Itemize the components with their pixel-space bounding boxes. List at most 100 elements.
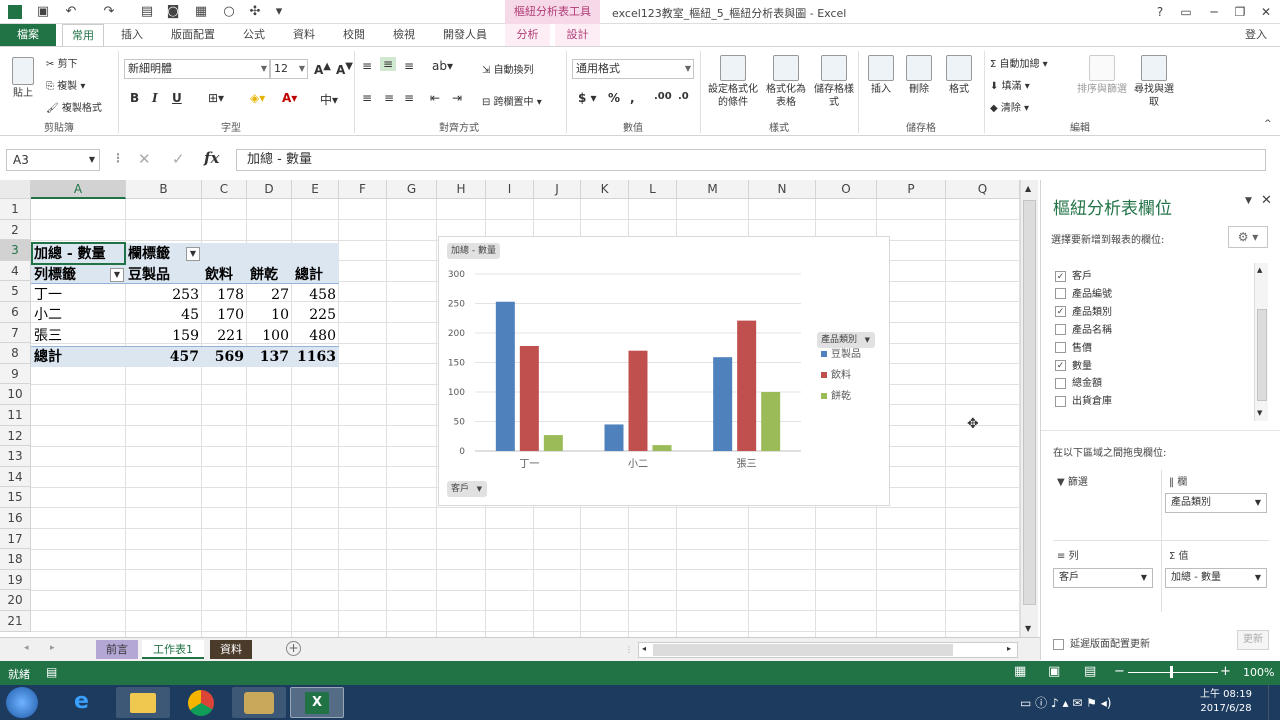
page-layout-view-icon[interactable]: ▣ — [1048, 664, 1060, 679]
pivot-row-name[interactable]: 張三 — [34, 326, 62, 346]
zoom-slider-thumb[interactable] — [1170, 666, 1173, 678]
column-header[interactable]: A — [31, 180, 126, 199]
cancel-icon[interactable]: ✕ — [138, 150, 151, 168]
show-desktop-button[interactable] — [1268, 685, 1280, 720]
tab-page-layout[interactable]: 版面配置 — [160, 24, 226, 46]
sheet-tab-sheet1[interactable]: 工作表1 — [142, 640, 204, 659]
tab-home[interactable]: 常用 — [62, 24, 104, 46]
grow-font-icon[interactable]: A▲ — [314, 61, 331, 77]
scroll-right-icon[interactable]: ▸ — [1007, 644, 1011, 653]
tab-analyze[interactable]: 分析 — [505, 24, 550, 46]
columns-field-dropdown[interactable]: 產品類別 ▼ — [1165, 493, 1267, 513]
explorer-icon[interactable] — [116, 687, 170, 718]
paste-button[interactable]: 貼上 — [6, 57, 40, 100]
macro-record-icon[interactable]: ▤ — [46, 665, 57, 679]
column-header[interactable]: K — [581, 180, 629, 199]
pivot-cell[interactable]: 170 — [202, 305, 247, 325]
borders-icon[interactable]: ⊞▾ — [208, 91, 224, 105]
checkbox-icon[interactable]: ✓ — [1055, 270, 1066, 282]
excel-taskbar-icon[interactable]: X — [290, 687, 344, 718]
tab-formulas[interactable]: 公式 — [232, 24, 276, 46]
field-item[interactable]: 產品編號 — [1055, 286, 1112, 303]
start-button-icon[interactable] — [6, 687, 38, 718]
bar-小二-飲料[interactable] — [628, 350, 648, 451]
merge-center-button[interactable]: ⊟ 跨欄置中 ▾ — [482, 93, 542, 108]
help-button[interactable]: ? — [1150, 3, 1170, 21]
sheet-tab-data[interactable]: 資料 — [210, 640, 252, 659]
tab-developer[interactable]: 開發人員 — [432, 24, 498, 46]
enter-icon[interactable]: ✓ — [172, 150, 185, 168]
column-header[interactable]: O — [816, 180, 877, 199]
increase-decimal-icon[interactable]: .00 — [654, 91, 672, 102]
field-item[interactable]: 總金額 — [1055, 375, 1102, 392]
rows-field-dropdown[interactable]: 客戶 ▼ — [1053, 568, 1153, 588]
form-icon[interactable]: ▤ — [138, 3, 156, 21]
pivot-total-cell[interactable]: 569 — [202, 347, 247, 367]
pivot-cell[interactable]: 178 — [202, 285, 247, 305]
row-header[interactable]: 11 — [0, 405, 31, 426]
row-header[interactable]: 18 — [0, 549, 31, 570]
pivot-cell[interactable]: 458 — [292, 285, 339, 305]
pivot-col-header[interactable]: 飲料 — [205, 265, 233, 285]
column-header[interactable]: P — [877, 180, 946, 199]
calendar-icon[interactable]: ▦ — [192, 3, 210, 21]
pivot-cell[interactable]: 253 — [126, 285, 202, 305]
format-painter-button[interactable]: 🖌 複製格式 — [46, 99, 102, 114]
normal-view-icon[interactable]: ▦ — [1014, 664, 1026, 679]
field-list-scrollbar[interactable]: ▲ ▼ — [1254, 263, 1268, 421]
horizontal-scrollbar[interactable]: ◂ ▸ — [638, 642, 1018, 658]
chrome-icon[interactable] — [174, 687, 228, 718]
pivot-cell[interactable]: 100 — [247, 326, 292, 346]
wrap-text-button[interactable]: ⇲ 自動換列 — [482, 61, 534, 76]
format-as-table-button[interactable]: 格式化為表格 — [764, 55, 808, 109]
pivot-row-name[interactable]: 丁一 — [34, 285, 62, 305]
row-header[interactable]: 21 — [0, 611, 31, 632]
scroll-up-icon[interactable]: ▲ — [1257, 266, 1262, 274]
column-header[interactable]: D — [247, 180, 292, 199]
checkbox-icon[interactable] — [1055, 377, 1066, 389]
bar-丁一-飲料[interactable] — [519, 345, 539, 451]
autosum-button[interactable]: Σ 自動加總 ▾ — [990, 55, 1048, 70]
italic-button[interactable]: I — [152, 91, 158, 105]
bar-小二-豆製品[interactable] — [604, 424, 624, 451]
bar-張三-豆製品[interactable] — [713, 357, 733, 451]
clock[interactable]: 上午 08:19 2017/6/28 — [1196, 688, 1256, 716]
scroll-down-icon[interactable]: ▼ — [1257, 409, 1262, 417]
conditional-format-button[interactable]: 設定格式化的條件 — [704, 55, 762, 109]
bar-張三-飲料[interactable] — [737, 320, 757, 451]
tab-data[interactable]: 資料 — [282, 24, 326, 46]
row-filter-dropdown-icon[interactable]: ▼ — [110, 268, 124, 282]
gear-icon[interactable]: ⚙ ▾ — [1228, 226, 1268, 248]
scroll-down-icon[interactable]: ▼ — [1025, 624, 1031, 633]
orientation-icon[interactable]: ab▾ — [432, 59, 453, 73]
shrink-font-icon[interactable]: A▼ — [336, 61, 353, 77]
row-header[interactable]: 3 — [0, 240, 31, 261]
minimize-icon[interactable]: ─ — [1204, 3, 1224, 21]
name-box[interactable]: A3 ▼ — [6, 149, 100, 171]
zoom-out-icon[interactable]: − — [1114, 664, 1125, 679]
pivot-cell[interactable]: 10 — [247, 305, 292, 325]
align-center-icon[interactable]: ≡ — [384, 91, 394, 105]
pivot-cell[interactable]: 159 — [126, 326, 202, 346]
pivot-total-cell[interactable]: 137 — [247, 347, 292, 367]
col-filter-dropdown-icon[interactable]: ▼ — [186, 247, 200, 261]
page-break-view-icon[interactable]: ▤ — [1084, 664, 1096, 679]
column-header[interactable]: B — [126, 180, 202, 199]
redo-icon[interactable]: ↷ — [100, 3, 118, 21]
row-header[interactable]: 8 — [0, 343, 31, 364]
insert-function-icon[interactable]: fx — [204, 149, 219, 167]
row-header[interactable]: 19 — [0, 569, 31, 591]
recorder-icon[interactable] — [232, 687, 286, 718]
font-name-combo[interactable]: 新細明體 ▼ — [124, 59, 270, 79]
bar-丁一-豆製品[interactable] — [495, 301, 515, 451]
fill-button[interactable]: ⬇ 填滿 ▾ — [990, 77, 1030, 92]
column-header[interactable]: J — [534, 180, 581, 199]
pivot-cell[interactable]: 480 — [292, 326, 339, 346]
pivot-col-header[interactable]: 豆製品 — [128, 265, 170, 285]
vertical-scroll-thumb[interactable] — [1023, 200, 1036, 605]
row-header[interactable]: 14 — [0, 466, 31, 488]
delete-cells-button[interactable]: 刪除 — [902, 55, 936, 96]
currency-icon[interactable]: $ ▾ — [578, 91, 597, 105]
zoom-level[interactable]: 100% — [1243, 666, 1274, 679]
value-field-button[interactable]: 加總 - 數量 — [447, 243, 500, 259]
